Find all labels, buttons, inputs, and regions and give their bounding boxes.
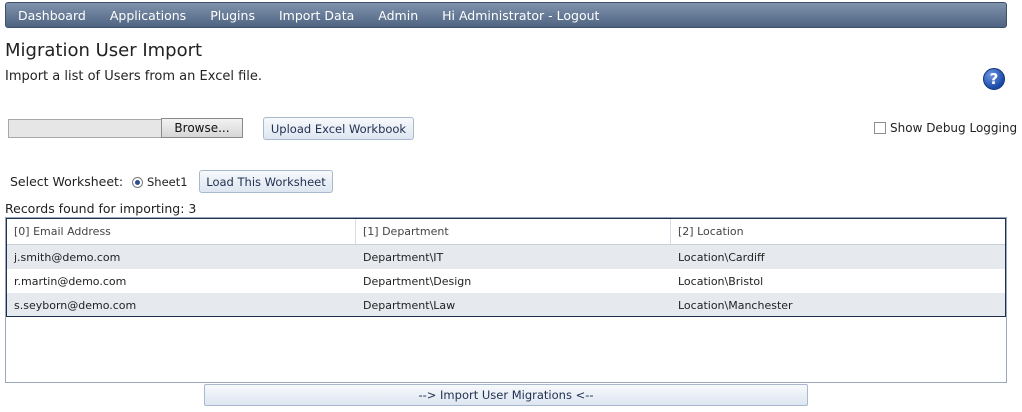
upload-workbook-button[interactable]: Upload Excel Workbook bbox=[263, 117, 414, 140]
cell-department: Department\Law bbox=[363, 298, 456, 312]
cell-location: Location\Manchester bbox=[678, 298, 793, 312]
debug-logging-toggle[interactable]: Show Debug Logging bbox=[874, 121, 1017, 135]
nav-logout[interactable]: Hi Administrator - Logout bbox=[442, 8, 599, 23]
cell-email: s.seyborn@demo.com bbox=[14, 298, 137, 312]
top-navbar: Dashboard Applications Plugins Import Da… bbox=[5, 2, 1007, 28]
cell-department: Department\IT bbox=[363, 250, 444, 264]
worksheet-option-sheet1[interactable]: Sheet1 bbox=[132, 175, 188, 189]
grid-header-department[interactable]: [1] Department bbox=[356, 219, 671, 244]
radio-selected-dot bbox=[135, 179, 140, 185]
table-row[interactable]: r.martin@demo.com Department\Design Loca… bbox=[7, 269, 1005, 293]
file-path-field[interactable] bbox=[8, 119, 162, 138]
cell-email: j.smith@demo.com bbox=[14, 250, 121, 264]
load-worksheet-button[interactable]: Load This Worksheet bbox=[199, 170, 333, 193]
help-icon[interactable]: ? bbox=[983, 68, 1005, 90]
nav-import-data[interactable]: Import Data bbox=[279, 8, 354, 23]
nav-admin[interactable]: Admin bbox=[378, 8, 418, 23]
debug-logging-checkbox[interactable] bbox=[874, 122, 886, 134]
table-row[interactable]: s.seyborn@demo.com Department\Law Locati… bbox=[7, 293, 1005, 316]
select-worksheet-label: Select Worksheet: bbox=[10, 174, 124, 189]
cell-email: r.martin@demo.com bbox=[14, 274, 127, 288]
browse-button[interactable]: Browse... bbox=[161, 118, 243, 138]
worksheet-radio-label: Sheet1 bbox=[147, 175, 188, 189]
cell-location: Location\Bristol bbox=[678, 274, 764, 288]
nav-plugins[interactable]: Plugins bbox=[210, 8, 255, 23]
cell-location: Location\Cardiff bbox=[678, 250, 765, 264]
page-title: Migration User Import bbox=[5, 40, 203, 61]
grid-header-row: [0] Email Address [1] Department [2] Loc… bbox=[7, 219, 1005, 245]
grid-header-email[interactable]: [0] Email Address bbox=[7, 219, 356, 244]
page-subtitle: Import a list of Users from an Excel fil… bbox=[5, 69, 263, 84]
debug-logging-label: Show Debug Logging bbox=[890, 121, 1018, 135]
records-count: Records found for importing: 3 bbox=[5, 201, 197, 216]
cell-department: Department\Design bbox=[363, 274, 472, 288]
import-user-migrations-button[interactable]: --> Import User Migrations <-- bbox=[204, 384, 808, 406]
nav-applications[interactable]: Applications bbox=[110, 8, 186, 23]
table-row[interactable]: j.smith@demo.com Department\IT Location\… bbox=[7, 245, 1005, 269]
grid-header-location[interactable]: [2] Location bbox=[671, 219, 1005, 244]
records-grid: [0] Email Address [1] Department [2] Loc… bbox=[6, 218, 1006, 317]
nav-dashboard[interactable]: Dashboard bbox=[18, 8, 86, 23]
worksheet-radio[interactable] bbox=[132, 176, 143, 188]
